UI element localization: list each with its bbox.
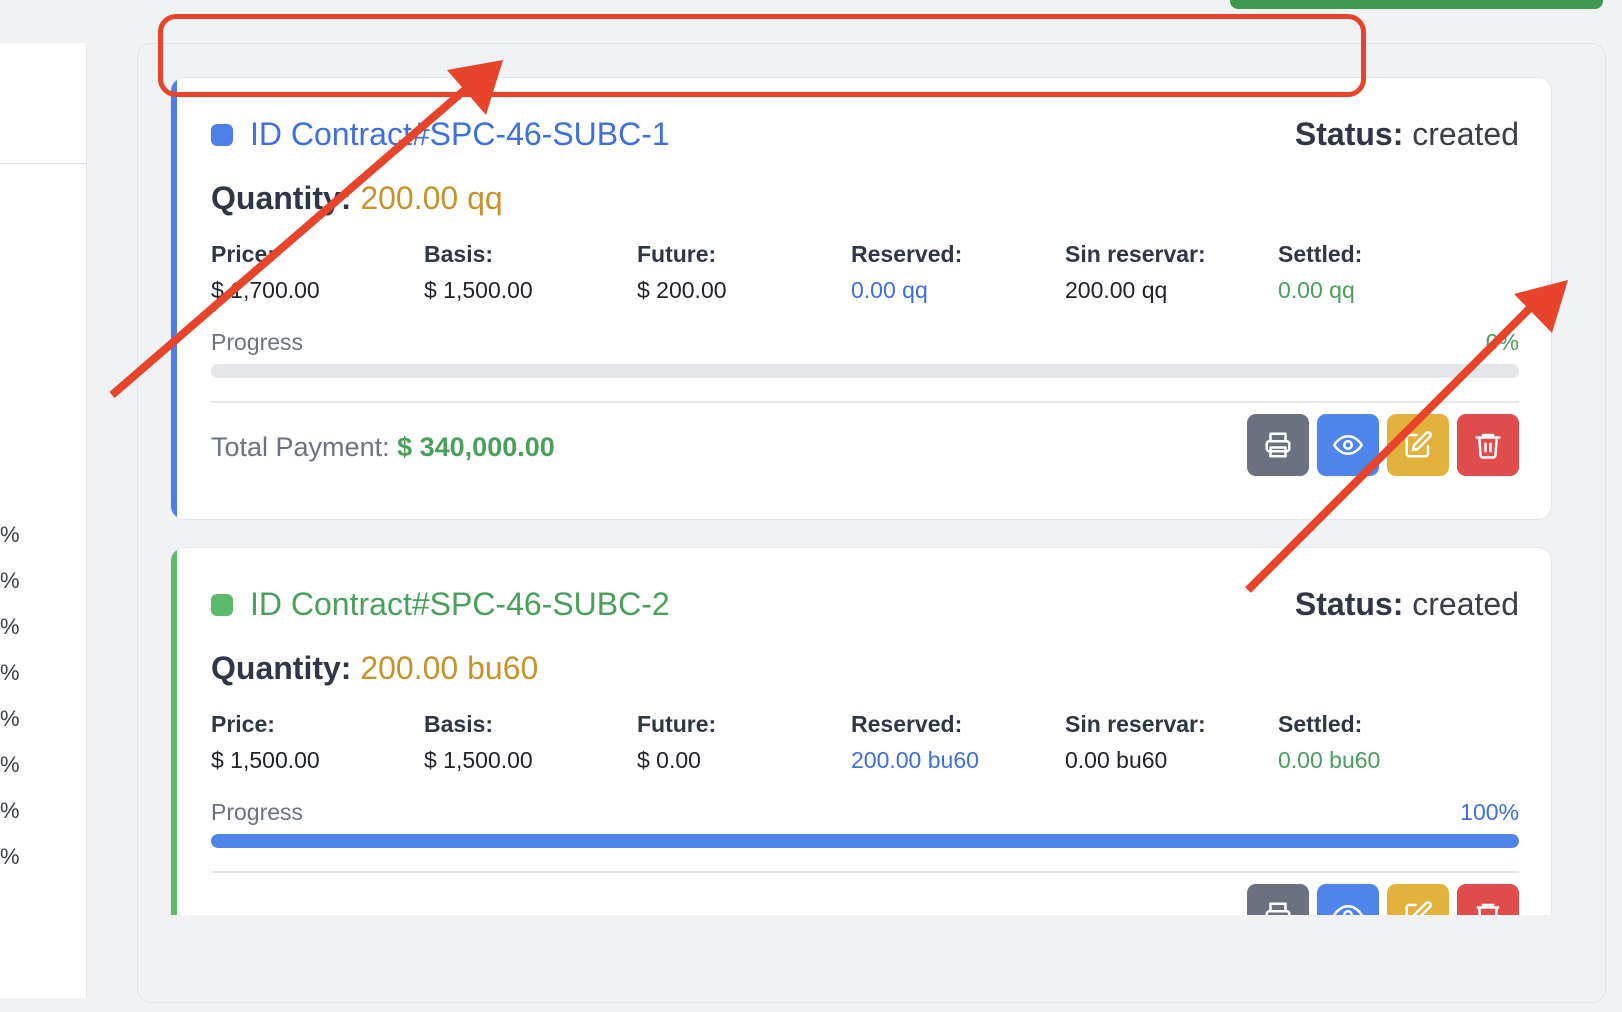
card-actions xyxy=(1247,884,1519,915)
contract-id[interactable]: ID Contract#SPC-46-SUBC-1 xyxy=(250,116,670,153)
card-accent-bar xyxy=(171,548,177,915)
edit-button[interactable] xyxy=(1387,414,1449,476)
future-field: Future: $ 200.00 xyxy=(637,241,847,304)
price-field: Price: $ 1,700.00 xyxy=(211,241,421,304)
basis-value: $ 1,500.00 xyxy=(424,277,533,303)
contract-card: ID Contract#SPC-46-SUBC-1 Status: create… xyxy=(170,77,1552,520)
edit-icon xyxy=(1405,431,1432,458)
progress-percent: 100% xyxy=(1460,799,1519,825)
percent-label: % xyxy=(0,568,20,593)
total-payment-label: Total Payment: xyxy=(211,432,390,462)
card-divider xyxy=(211,401,1519,403)
delete-button[interactable] xyxy=(1457,884,1519,915)
quantity: Quantity: 200.00 qq xyxy=(211,180,503,217)
view-button[interactable] xyxy=(1317,884,1379,915)
price-value: $ 1,700.00 xyxy=(211,277,320,303)
basis-field: Basis: $ 1,500.00 xyxy=(424,241,634,304)
settled-label: Settled: xyxy=(1278,241,1363,267)
percent-label: % xyxy=(0,522,20,547)
edit-icon xyxy=(1405,901,1432,915)
contract-color-dot xyxy=(211,594,233,616)
card-accent-bar xyxy=(171,78,177,519)
annotation-highlight-box xyxy=(158,14,1366,97)
unreserved-label: Sin reservar: xyxy=(1065,711,1206,737)
quantity: Quantity: 200.00 bu60 xyxy=(211,650,538,687)
status-value: created xyxy=(1412,586,1519,622)
price-label: Price: xyxy=(211,241,275,267)
future-label: Future: xyxy=(637,241,717,267)
settled-label: Settled: xyxy=(1278,711,1363,737)
progress-percent: 0% xyxy=(1485,329,1519,355)
future-label: Future: xyxy=(637,711,717,737)
print-button[interactable] xyxy=(1247,414,1309,476)
status-badge: Status: created xyxy=(1295,116,1519,153)
printer-icon xyxy=(1265,432,1291,458)
basis-value: $ 1,500.00 xyxy=(424,747,533,773)
eye-icon xyxy=(1333,435,1363,455)
eye-icon xyxy=(1333,904,1363,915)
delete-button[interactable] xyxy=(1457,414,1519,476)
settled-field: Settled: 0.00 qq xyxy=(1278,241,1488,304)
price-field: Price: $ 1,500.00 xyxy=(211,711,421,774)
trash-icon xyxy=(1475,433,1501,459)
basis-label: Basis: xyxy=(424,711,494,737)
status-label: Status: xyxy=(1294,586,1404,622)
price-label: Price: xyxy=(211,711,275,737)
percent-label: % xyxy=(0,798,20,823)
print-button[interactable] xyxy=(1247,884,1309,915)
printer-icon xyxy=(1265,902,1291,915)
left-panel-divider xyxy=(0,163,86,164)
future-field: Future: $ 0.00 xyxy=(637,711,847,774)
unreserved-field: Sin reservar: 200.00 qq xyxy=(1065,241,1275,304)
reserved-label: Reserved: xyxy=(851,711,963,737)
quantity-value: 200.00 qq xyxy=(360,180,503,216)
quantity-label: Quantity: xyxy=(211,180,352,216)
progress-bar xyxy=(211,834,1519,848)
basis-field: Basis: $ 1,500.00 xyxy=(424,711,634,774)
percent-label: % xyxy=(0,752,20,777)
card-actions xyxy=(1247,414,1519,476)
contract-card: ID Contract#SPC-46-SUBC-2 Status: create… xyxy=(170,547,1552,915)
percent-label: % xyxy=(0,660,20,685)
settled-value: 0.00 bu60 xyxy=(1278,747,1381,773)
basis-label: Basis: xyxy=(424,241,494,267)
trash-icon xyxy=(1476,903,1500,915)
contract-id[interactable]: ID Contract#SPC-46-SUBC-2 xyxy=(250,586,670,623)
reserved-field: Reserved: 200.00 bu60 xyxy=(851,711,1061,774)
reserved-label: Reserved: xyxy=(851,241,963,267)
percent-label: % xyxy=(0,844,20,869)
settled-value: 0.00 qq xyxy=(1278,277,1355,303)
card-divider xyxy=(211,871,1519,873)
status-value: created xyxy=(1412,116,1519,152)
quantity-value: 200.00 bu60 xyxy=(360,650,539,686)
unreserved-value: 200.00 qq xyxy=(1065,277,1168,303)
unreserved-value: 0.00 bu60 xyxy=(1065,747,1168,773)
total-payment: Total Payment: $ 340,000.00 xyxy=(211,432,555,463)
progress-bar-fill xyxy=(211,834,1519,848)
reserved-value: 0.00 qq xyxy=(851,277,928,303)
top-green-button-edge[interactable] xyxy=(1230,0,1603,9)
contract-color-dot xyxy=(211,124,233,146)
quantity-label: Quantity: xyxy=(211,650,352,686)
future-value: $ 200.00 xyxy=(637,277,727,303)
progress-label: Progress xyxy=(211,329,304,355)
view-button[interactable] xyxy=(1317,414,1379,476)
unreserved-field: Sin reservar: 0.00 bu60 xyxy=(1065,711,1275,774)
future-value: $ 0.00 xyxy=(637,747,701,773)
progress-label: Progress xyxy=(211,799,304,825)
price-value: $ 1,500.00 xyxy=(211,747,320,773)
reserved-value: 200.00 bu60 xyxy=(851,747,979,773)
status-label: Status: xyxy=(1294,116,1404,152)
progress-bar xyxy=(211,364,1519,378)
settled-field: Settled: 0.00 bu60 xyxy=(1278,711,1488,774)
status-badge: Status: created xyxy=(1295,586,1519,623)
percent-label: % xyxy=(0,614,20,639)
reserved-field: Reserved: 0.00 qq xyxy=(851,241,1061,304)
total-payment-value: $ 340,000.00 xyxy=(397,432,555,462)
percent-label: % xyxy=(0,706,20,731)
edit-button[interactable] xyxy=(1387,884,1449,915)
unreserved-label: Sin reservar: xyxy=(1065,241,1206,267)
